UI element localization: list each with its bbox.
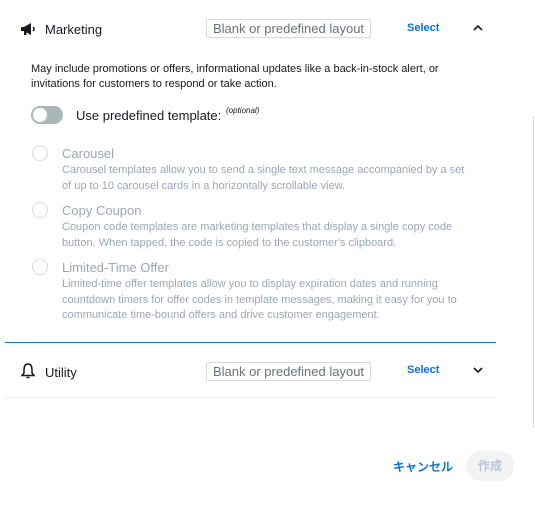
option-title-carousel: Carousel [62, 146, 115, 161]
megaphone-icon [21, 23, 35, 35]
radio-limited-time-offer[interactable] [32, 259, 48, 275]
chevron-up-icon[interactable] [471, 21, 485, 35]
optional-hint: (optional) [226, 106, 260, 115]
option-title-copy-coupon: Copy Coupon [62, 203, 142, 218]
scrollbar-edge [533, 116, 534, 428]
chevron-down-icon[interactable] [471, 363, 485, 377]
section-divider-bottom [5, 397, 496, 398]
option-desc-limited-time-offer: Limited-time offer templates allow you t… [62, 278, 457, 321]
cancel-button[interactable]: キャンセル [393, 458, 453, 475]
utility-select-link[interactable]: Select [407, 364, 439, 376]
marketing-select-link[interactable]: Select [407, 22, 439, 34]
option-desc-carousel: Carousel templates allow you to send a s… [62, 164, 465, 192]
radio-carousel[interactable] [32, 145, 48, 161]
marketing-section-header[interactable]: Marketing Blank or predefined layout Sel… [0, 9, 496, 49]
marketing-title: Marketing [45, 22, 103, 37]
predefined-template-toggle[interactable] [31, 106, 63, 124]
create-button[interactable]: 作成 [466, 451, 514, 481]
option-title-limited-time-offer: Limited-Time Offer [62, 260, 169, 275]
marketing-layout-field[interactable]: Blank or predefined layout [206, 19, 371, 38]
utility-section-header[interactable]: Utility Blank or predefined layout Selec… [0, 352, 496, 392]
marketing-description: May include promotions or offers, inform… [31, 63, 439, 90]
utility-layout-field[interactable]: Blank or predefined layout [206, 362, 371, 381]
section-divider [5, 342, 496, 343]
predefined-template-label: Use predefined template: [76, 108, 222, 123]
option-desc-copy-coupon: Coupon code templates are marketing temp… [62, 221, 453, 249]
radio-copy-coupon[interactable] [32, 202, 48, 218]
utility-title: Utility [45, 365, 77, 380]
toggle-knob [33, 108, 47, 122]
bell-icon [20, 363, 36, 379]
